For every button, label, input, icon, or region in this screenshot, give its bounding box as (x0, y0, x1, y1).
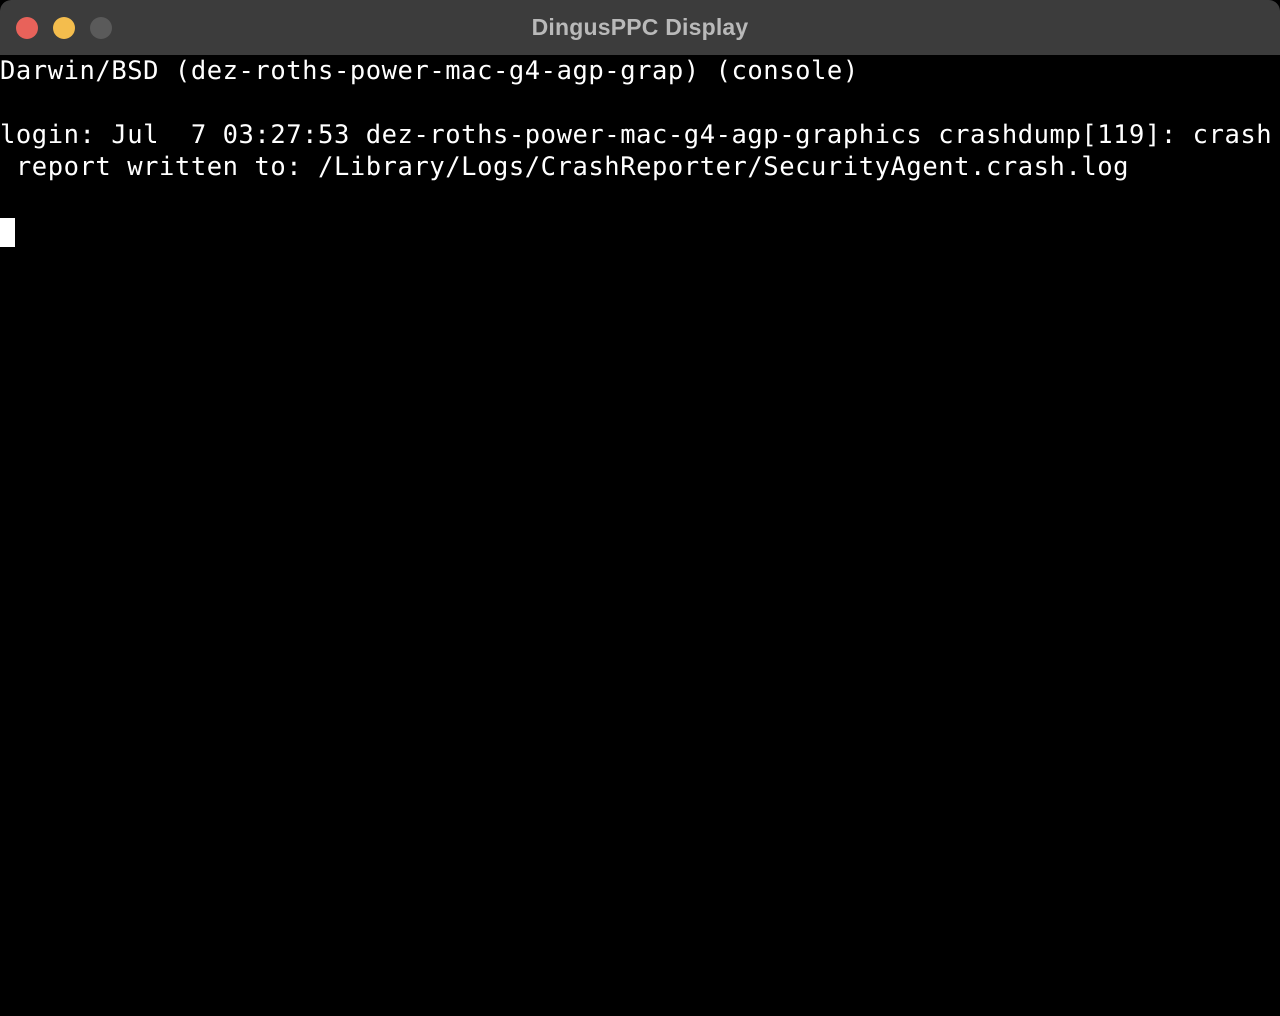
console-output: Darwin/BSD (dez-roths-power-mac-g4-agp-g… (0, 55, 1280, 183)
zoom-button[interactable] (90, 16, 112, 39)
minimize-button[interactable] (53, 16, 75, 39)
console-line-blank (0, 87, 1280, 119)
dinguspcc-display-window: DingusPPC Display Darwin/BSD (dez-roths-… (0, 0, 1280, 1016)
close-button[interactable] (16, 16, 38, 39)
terminal-screen[interactable]: Darwin/BSD (dez-roths-power-mac-g4-agp-g… (0, 55, 1280, 1016)
console-line: Darwin/BSD (dez-roths-power-mac-g4-agp-g… (0, 56, 859, 86)
block-cursor-icon (0, 218, 15, 247)
console-line: login: Jul 7 03:27:53 dez-roths-power-ma… (0, 120, 1273, 150)
console-line: report written to: /Library/Logs/CrashRe… (0, 152, 1130, 182)
window-controls (16, 0, 112, 55)
window-title: DingusPPC Display (531, 14, 749, 40)
window-titlebar[interactable]: DingusPPC Display (0, 0, 1280, 55)
